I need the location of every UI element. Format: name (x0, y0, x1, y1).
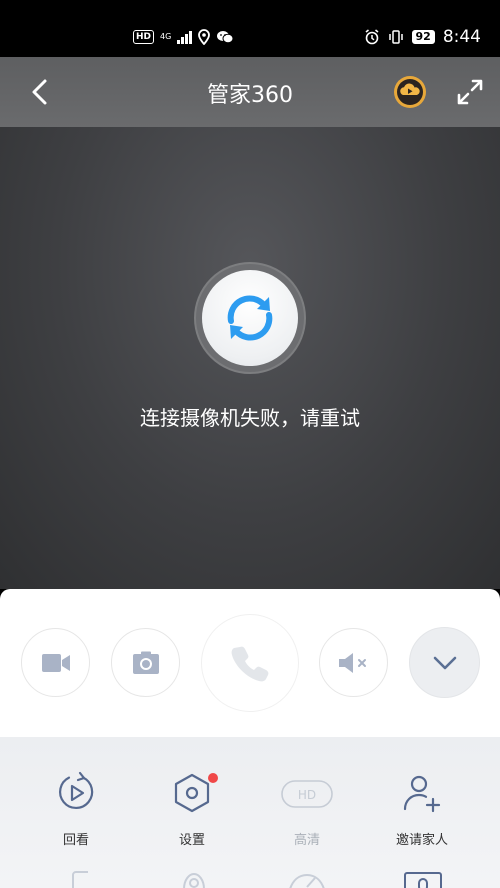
hd-indicator: HD (133, 30, 155, 44)
partial-location-icon (183, 872, 205, 888)
connection-error-message: 连接摄像机失败，请重试 (140, 406, 360, 430)
snapshot-button[interactable] (111, 628, 180, 697)
partial-lock-icon (404, 872, 442, 888)
refresh-icon (227, 295, 273, 341)
feature-settings[interactable]: 设置 (137, 771, 247, 848)
vibrate-icon (388, 30, 403, 44)
retry-button-inner[interactable] (202, 270, 298, 366)
feature-invite-family[interactable]: 邀请家人 (367, 771, 477, 848)
status-bar: HD 4G 92 8:44 (0, 0, 500, 57)
mute-button[interactable] (319, 628, 388, 697)
feature-settings-label: 设置 (178, 833, 205, 848)
call-button[interactable] (201, 614, 299, 712)
hd-badge-icon: HD (281, 780, 333, 808)
location-icon (197, 29, 210, 45)
cloud-playback-button[interactable] (393, 75, 427, 109)
speaker-mute-icon (338, 652, 366, 673)
record-button[interactable] (21, 628, 90, 697)
feature-hd-label: 高清 (293, 833, 320, 848)
notification-badge (208, 773, 218, 783)
partial-gauge-icon (289, 873, 325, 888)
phone-call-icon (231, 646, 269, 682)
fullscreen-icon (457, 79, 483, 105)
battery-indicator: 92 (411, 30, 435, 44)
hd-badge-text: HD (298, 788, 316, 802)
feature-invite-family-label: 邀请家人 (395, 833, 448, 848)
signal-icon (177, 30, 192, 44)
clock: 8:44 (442, 27, 481, 47)
alarm-icon (365, 29, 378, 45)
network-indicator: 4G (160, 32, 172, 41)
retry-button[interactable] (194, 262, 306, 374)
status-right: 92 8:44 (364, 26, 481, 48)
feature-grid: 回看 设置 HD 高清 邀请家人 (0, 737, 500, 888)
camera-snapshot-icon (132, 651, 159, 674)
partial-device-icon (72, 871, 88, 888)
video-player[interactable]: 连接摄像机失败，请重试 (0, 127, 500, 589)
fullscreen-button[interactable] (453, 75, 487, 109)
title-bar: 管家360 (0, 57, 500, 127)
wechat-icon (216, 31, 234, 44)
feature-playback[interactable]: 回看 (21, 771, 131, 848)
feature-hd[interactable]: HD 高清 (252, 771, 362, 848)
chevron-down-icon (433, 656, 456, 669)
video-record-icon (41, 653, 70, 672)
control-bar (0, 589, 500, 737)
status-left: HD 4G (133, 26, 234, 48)
feature-playback-label: 回看 (62, 833, 89, 848)
playback-icon (59, 771, 94, 810)
cloud-play-icon (394, 76, 426, 108)
expand-more-button[interactable] (409, 627, 480, 698)
add-user-icon (403, 775, 441, 813)
